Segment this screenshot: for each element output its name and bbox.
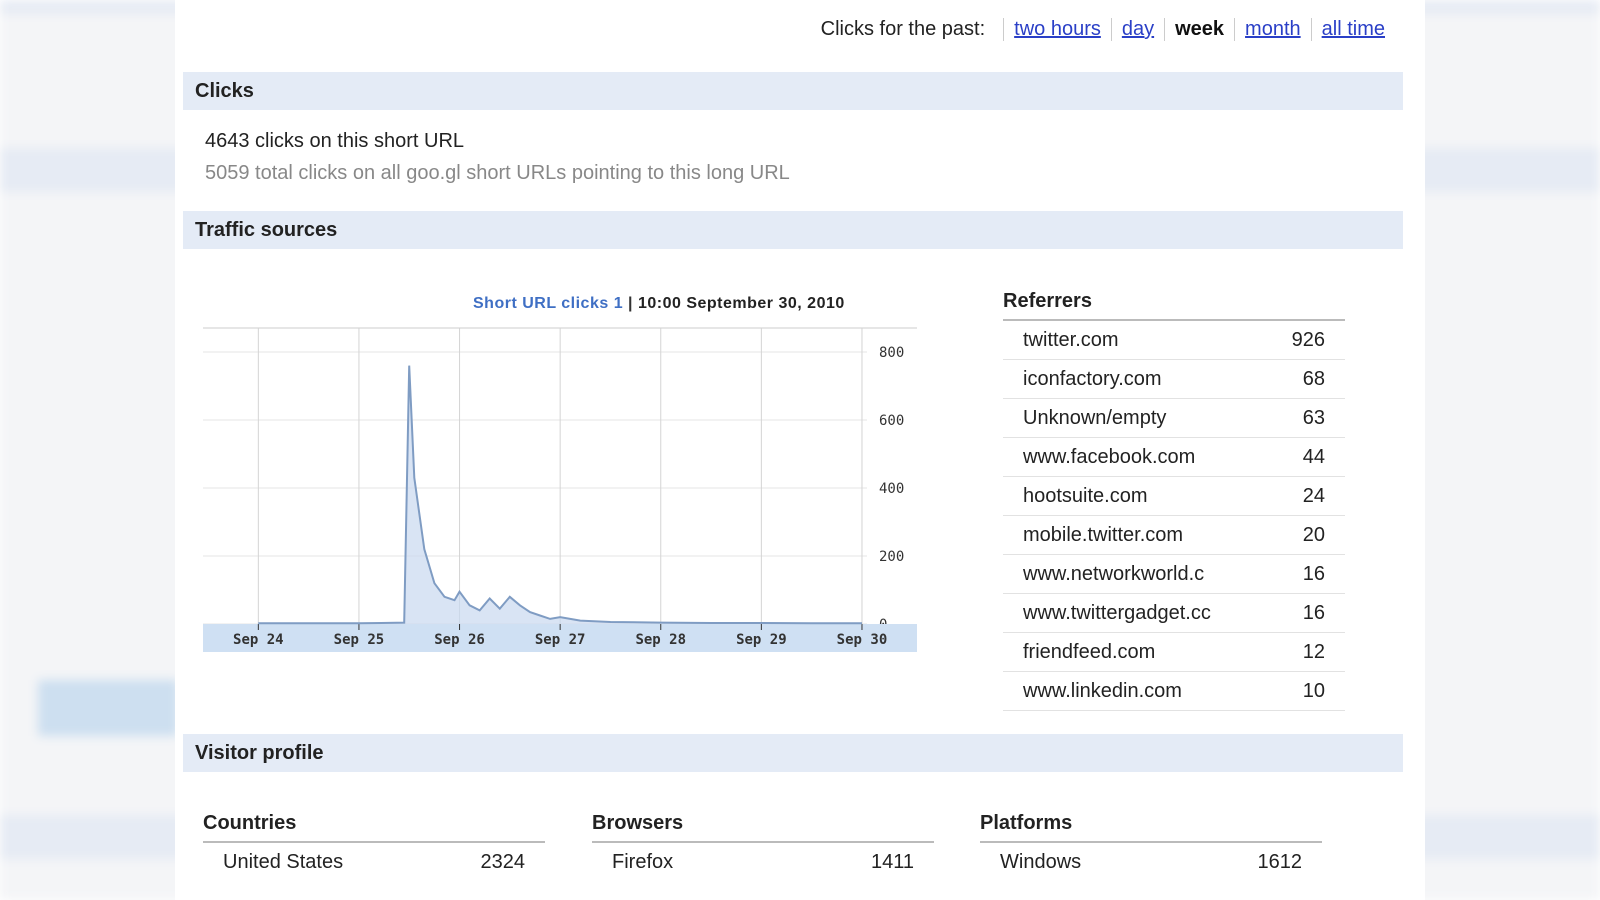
- referrer-name: twitter.com: [1023, 328, 1119, 351]
- referrer-count: 44: [1302, 445, 1325, 468]
- y-tick-label: 200: [879, 549, 904, 565]
- period-all-time[interactable]: all time: [1310, 18, 1395, 41]
- table-row[interactable]: www.linkedin.com 10: [1003, 672, 1345, 711]
- referrer-count: 24: [1302, 484, 1325, 507]
- countries-title: Countries: [203, 812, 545, 843]
- visitor-header: Visitor profile: [183, 734, 1403, 772]
- period-month[interactable]: month: [1234, 18, 1311, 41]
- bg-box: [38, 680, 178, 736]
- referrer-count: 16: [1302, 601, 1325, 624]
- table-row[interactable]: iconfactory.com 68: [1003, 360, 1345, 399]
- stats-panel: Clicks for the past: two hours day week …: [175, 0, 1425, 900]
- platforms-table: Platforms Windows 1612: [980, 812, 1322, 874]
- browser-count: 1411: [870, 851, 914, 873]
- referrer-count: 926: [1291, 328, 1325, 351]
- table-row[interactable]: friendfeed.com 12: [1003, 633, 1345, 672]
- clicks-header: Clicks: [183, 72, 1403, 110]
- referrer-name: hootsuite.com: [1023, 484, 1148, 507]
- table-row[interactable]: United States 2324: [203, 843, 545, 874]
- y-tick-label: 800: [879, 345, 904, 361]
- referrer-name: mobile.twitter.com: [1023, 523, 1184, 546]
- traffic-chart: Short URL clicks 1 | 10:00 September 30,…: [203, 290, 923, 670]
- country-count: 2324: [480, 851, 526, 873]
- table-row[interactable]: www.networkworld.c 16: [1003, 555, 1345, 594]
- table-row[interactable]: twitter.com 926: [1003, 321, 1345, 360]
- table-row[interactable]: www.twittergadget.cc 16: [1003, 594, 1345, 633]
- referrer-count: 16: [1302, 562, 1325, 585]
- country-name: United States: [223, 851, 344, 873]
- platform-count: 1612: [1257, 851, 1303, 873]
- countries-table: Countries United States 2324: [203, 812, 545, 874]
- browsers-title: Browsers: [592, 812, 934, 843]
- traffic-header: Traffic sources: [183, 211, 1403, 249]
- table-row[interactable]: Firefox 1411: [592, 843, 934, 874]
- period-label: Clicks for the past:: [820, 18, 986, 40]
- y-tick-label: 600: [879, 413, 904, 429]
- referrer-count: 68: [1302, 367, 1325, 390]
- x-tick-label: Sep 26: [434, 632, 485, 648]
- platforms-title: Platforms: [980, 812, 1322, 843]
- x-tick-label: Sep 30: [837, 632, 888, 648]
- referrers-title: Referrers: [1003, 290, 1345, 321]
- referrer-count: 63: [1302, 406, 1325, 429]
- x-tick-label: Sep 27: [535, 632, 586, 648]
- period-day[interactable]: day: [1110, 18, 1164, 41]
- period-two-hours[interactable]: two hours: [1003, 18, 1111, 41]
- x-tick-label: Sep 28: [635, 632, 686, 648]
- referrer-name: www.linkedin.com: [1023, 679, 1182, 702]
- platform-name: Windows: [1000, 851, 1082, 873]
- referrer-count: 12: [1302, 640, 1325, 663]
- x-tick-label: Sep 24: [233, 632, 284, 648]
- referrers-rows: twitter.com 926 iconfactory.com 68 Unknown/e…: [1003, 321, 1345, 711]
- y-tick-label: 400: [879, 481, 904, 497]
- table-row[interactable]: hootsuite.com 24: [1003, 477, 1345, 516]
- table-row[interactable]: Unknown/empty 63: [1003, 399, 1345, 438]
- browsers-table: Browsers Firefox 1411: [592, 812, 934, 874]
- referrer-name: www.twittergadget.cc: [1023, 601, 1211, 624]
- referrer-name: www.facebook.com: [1023, 445, 1196, 468]
- period-week[interactable]: week: [1164, 18, 1234, 41]
- referrer-name: Unknown/empty: [1023, 406, 1167, 429]
- x-tick-label: Sep 29: [736, 632, 787, 648]
- period-selector: Clicks for the past: two hours day week …: [821, 18, 1395, 41]
- referrer-name: www.networkworld.c: [1023, 562, 1205, 585]
- chart-svg: 0200400600800Sep 24Sep 25Sep 26Sep 27Sep…: [203, 327, 917, 652]
- referrers-table: Referrers twitter.com 926 iconfactory.com 6…: [1003, 290, 1345, 711]
- x-tick-label: Sep 25: [334, 632, 385, 648]
- referrer-name: iconfactory.com: [1023, 367, 1162, 390]
- short-url-clicks: 4643 clicks on this short URL: [205, 130, 465, 152]
- browser-name: Firefox: [612, 851, 674, 873]
- table-row[interactable]: mobile.twitter.com 20: [1003, 516, 1345, 555]
- table-row[interactable]: Windows 1612: [980, 843, 1322, 874]
- total-clicks: 5059 total clicks on all goo.gl short UR…: [205, 162, 790, 184]
- table-row[interactable]: www.facebook.com 44: [1003, 438, 1345, 477]
- referrer-name: friendfeed.com: [1023, 640, 1156, 663]
- referrer-count: 10: [1302, 679, 1325, 702]
- referrer-count: 20: [1302, 523, 1325, 546]
